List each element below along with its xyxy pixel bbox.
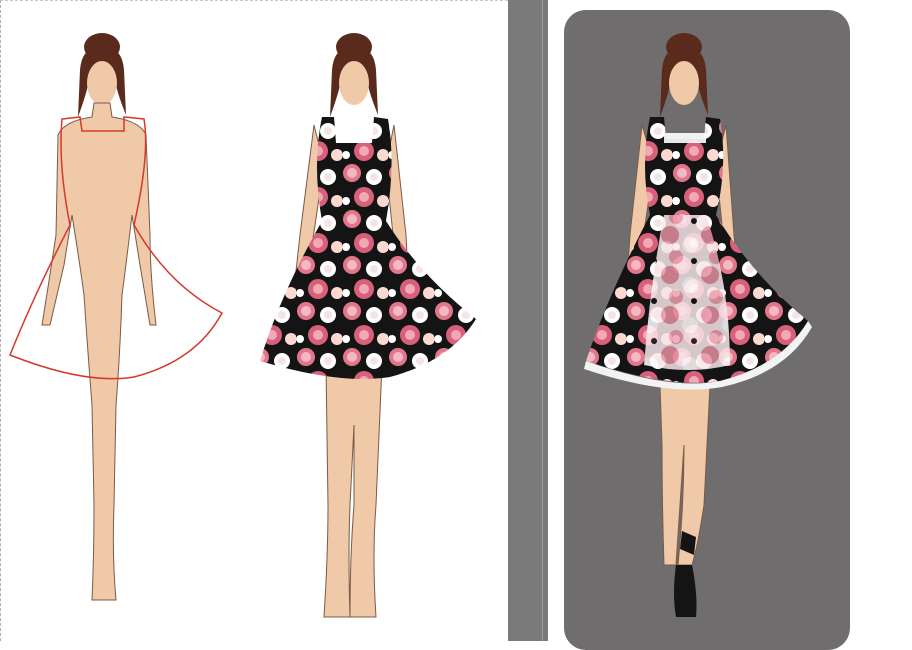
divider-line	[542, 0, 543, 641]
face	[669, 61, 699, 105]
figure-body-outline[interactable]	[0, 25, 240, 625]
figure-floral-dress[interactable]	[250, 25, 490, 625]
figure-lace-dress[interactable]	[580, 25, 820, 625]
lace-collar	[664, 133, 706, 143]
legs	[323, 364, 383, 618]
face	[87, 61, 117, 105]
face	[339, 61, 369, 105]
dress[interactable]	[260, 117, 476, 379]
body	[41, 102, 157, 601]
